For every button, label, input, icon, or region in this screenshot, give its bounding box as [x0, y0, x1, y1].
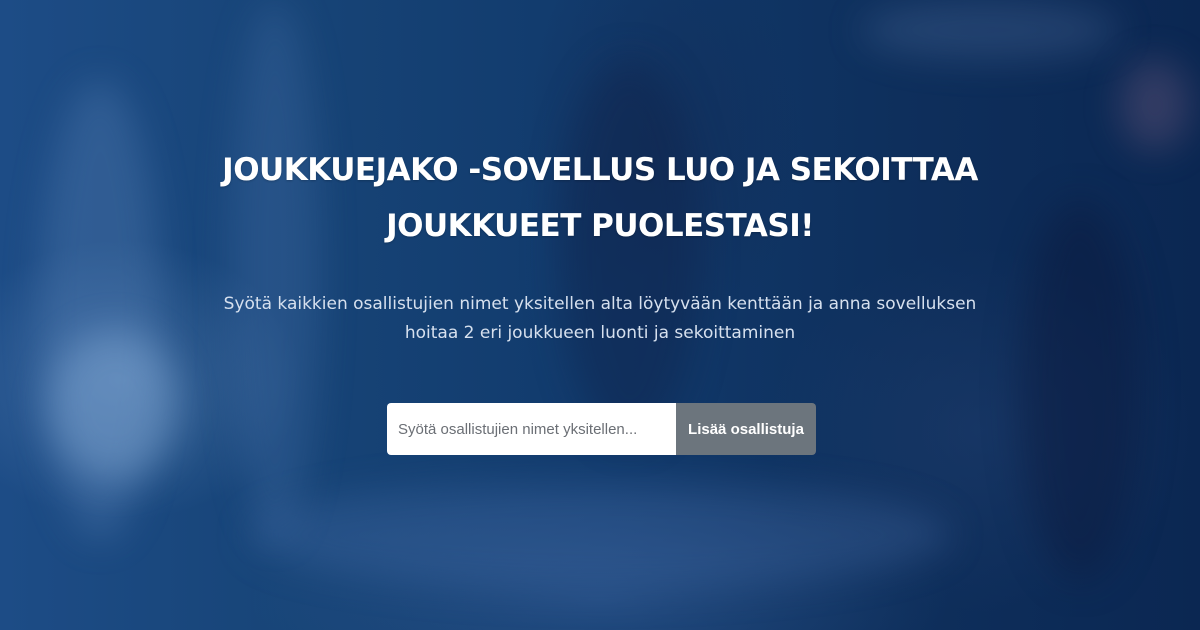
hero-description-line-2: hoitaa 2 eri joukkueen luonti ja sekoitt… — [404, 323, 796, 343]
add-participant-form: Lisää osallistuja — [387, 403, 816, 455]
hero-description-line-1: Syötä kaikkien osallistujien nimet yksit… — [223, 294, 977, 314]
hero-description: Syötä kaikkien osallistujien nimet yksit… — [190, 290, 1010, 348]
participant-name-input[interactable] — [387, 403, 676, 455]
hero-headline-line-1: JOUKKUEJAKO -SOVELLUS LUO JA SEKOITTAA — [222, 152, 978, 188]
hero-headline: JOUKKUEJAKO -SOVELLUS LUO JA SEKOITTAA J… — [150, 142, 1050, 254]
add-participant-button[interactable]: Lisää osallistuja — [676, 403, 816, 455]
hero-section: JOUKKUEJAKO -SOVELLUS LUO JA SEKOITTAA J… — [0, 0, 1200, 630]
hero-headline-line-2: JOUKKUEET PUOLESTASI! — [386, 208, 814, 244]
